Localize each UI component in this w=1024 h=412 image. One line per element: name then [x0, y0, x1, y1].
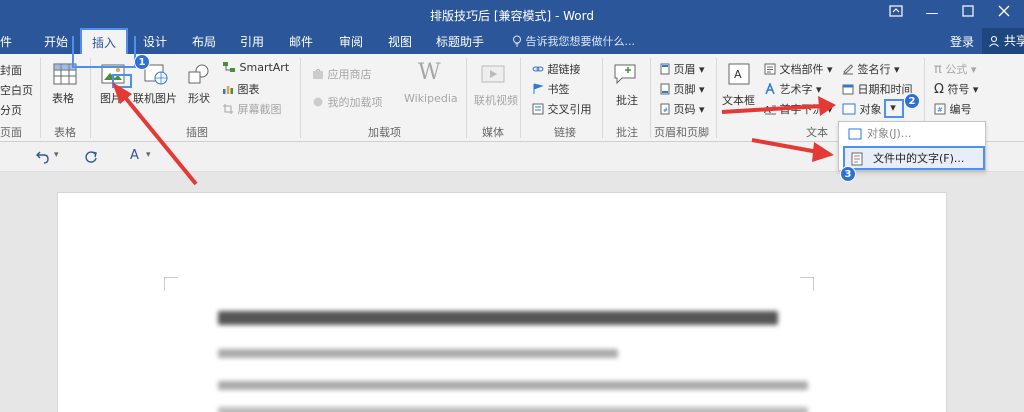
arrow-to-object-dropdown [721, 96, 836, 116]
arrow-to-picture [112, 82, 198, 186]
arrow-to-menu-item [751, 138, 834, 162]
annotation-arrows [112, 82, 836, 186]
